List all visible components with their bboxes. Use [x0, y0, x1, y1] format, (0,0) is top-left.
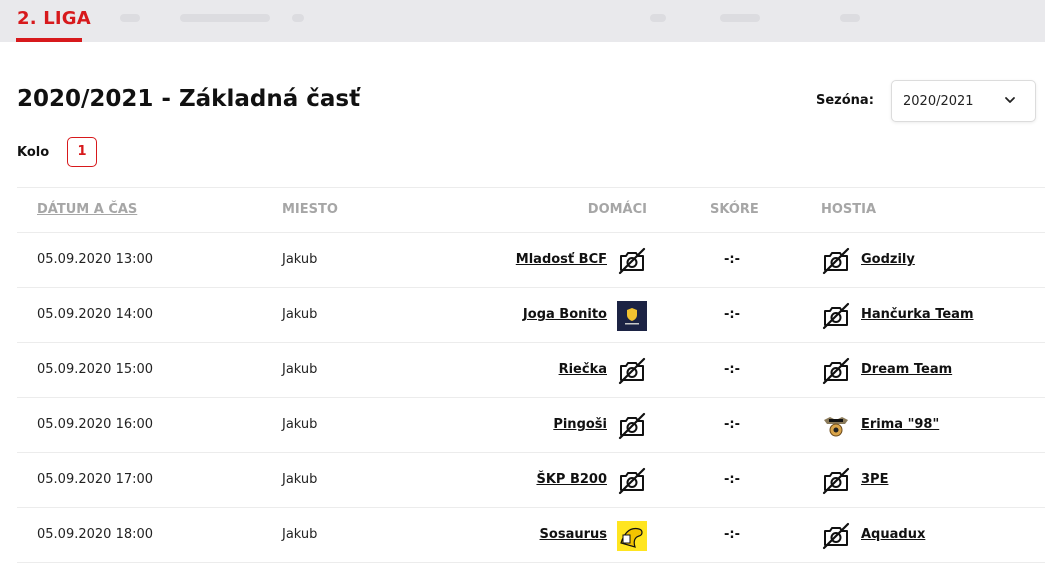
header-home: DOMÁCI [587, 202, 647, 217]
table-body: 05.09.2020 13:00 Jakub Mladosť BCF -:- Godzi… [17, 233, 1045, 563]
match-place: Jakub [282, 472, 318, 487]
top-navigation-bar [0, 0, 1045, 42]
match-datetime: 05.09.2020 16:00 [37, 417, 154, 432]
header-score: SKÓRE [710, 202, 759, 217]
no-photo-icon [821, 466, 851, 496]
home-team-link[interactable]: Mladosť BCF [516, 252, 607, 267]
no-photo-icon [821, 301, 851, 331]
match-datetime: 05.09.2020 15:00 [37, 362, 154, 377]
no-photo-icon [821, 246, 851, 276]
round-label: Kolo [17, 145, 50, 160]
home-team-link[interactable]: Pingoši [553, 417, 607, 432]
chevron-down-icon [1005, 97, 1015, 103]
page-title: 2020/2021 - Základná časť [17, 86, 361, 112]
home-team-link[interactable]: Sosaurus [540, 527, 607, 542]
away-team-link[interactable]: 3PE [861, 472, 888, 487]
no-photo-icon [617, 356, 647, 386]
away-team-link[interactable]: Godzily [861, 252, 915, 267]
table-row: 05.09.2020 16:00 Jakub Pingoši -:- Erima "98… [17, 398, 1045, 453]
match-place: Jakub [282, 307, 318, 322]
table-row: 05.09.2020 13:00 Jakub Mladosť BCF -:- Godzi… [17, 233, 1045, 288]
away-team-link[interactable]: Erima "98" [861, 417, 939, 432]
home-team-link[interactable]: Joga Bonito [523, 307, 607, 322]
nav-placeholder [120, 14, 140, 22]
match-place: Jakub [282, 362, 318, 377]
round-button[interactable]: 1 [67, 137, 97, 167]
header-date[interactable]: DÁTUM A ČAS [37, 202, 137, 217]
nav-placeholder [650, 14, 666, 22]
away-team-link[interactable]: Hančurka Team [861, 307, 974, 322]
match-score: -:- [724, 472, 740, 487]
match-datetime: 05.09.2020 17:00 [37, 472, 154, 487]
team-logo-sosaurus [617, 521, 647, 551]
match-datetime: 05.09.2020 18:00 [37, 527, 154, 542]
table-header: DÁTUM A ČAS MIESTO DOMÁCI SKÓRE HOSTIA [17, 187, 1045, 233]
match-datetime: 05.09.2020 13:00 [37, 252, 154, 267]
nav-placeholder [720, 14, 760, 22]
season-select[interactable]: 2020/2021 [891, 80, 1036, 122]
season-label: Sezóna: [816, 93, 874, 108]
no-photo-icon [617, 246, 647, 276]
home-team-link[interactable]: ŠKP B200 [536, 472, 607, 487]
match-score: -:- [724, 527, 740, 542]
home-team-link[interactable]: Riečka [559, 362, 607, 377]
season-selected-value: 2020/2021 [903, 94, 974, 109]
nav-placeholder [292, 14, 304, 22]
nav-placeholder [840, 14, 860, 22]
match-score: -:- [724, 417, 740, 432]
match-score: -:- [724, 362, 740, 377]
no-photo-icon [617, 466, 647, 496]
matches-table: DÁTUM A ČAS MIESTO DOMÁCI SKÓRE HOSTIA 0… [17, 187, 1045, 563]
team-logo-erima [821, 411, 851, 441]
table-row: 05.09.2020 14:00 Jakub Joga Bonito -:- Hanču… [17, 288, 1045, 343]
match-place: Jakub [282, 527, 318, 542]
match-place: Jakub [282, 252, 318, 267]
table-row: 05.09.2020 18:00 Jakub Sosaurus -:- Aquadux [17, 508, 1045, 563]
no-photo-icon [821, 521, 851, 551]
match-score: -:- [724, 307, 740, 322]
match-score: -:- [724, 252, 740, 267]
away-team-link[interactable]: Aquadux [861, 527, 925, 542]
table-row: 05.09.2020 15:00 Jakub Riečka -:- Dream Team [17, 343, 1045, 398]
active-tab-indicator [16, 38, 82, 42]
league-tab[interactable]: 2. LIGA [17, 8, 91, 29]
header-place: MIESTO [282, 202, 338, 217]
no-photo-icon [617, 411, 647, 441]
away-team-link[interactable]: Dream Team [861, 362, 952, 377]
no-photo-icon [821, 356, 851, 386]
match-datetime: 05.09.2020 14:00 [37, 307, 154, 322]
team-logo-joga-bonito [617, 301, 647, 331]
header-away: HOSTIA [821, 202, 877, 217]
match-place: Jakub [282, 417, 318, 432]
nav-placeholder [180, 14, 270, 22]
table-row: 05.09.2020 17:00 Jakub ŠKP B200 -:- 3PE [17, 453, 1045, 508]
